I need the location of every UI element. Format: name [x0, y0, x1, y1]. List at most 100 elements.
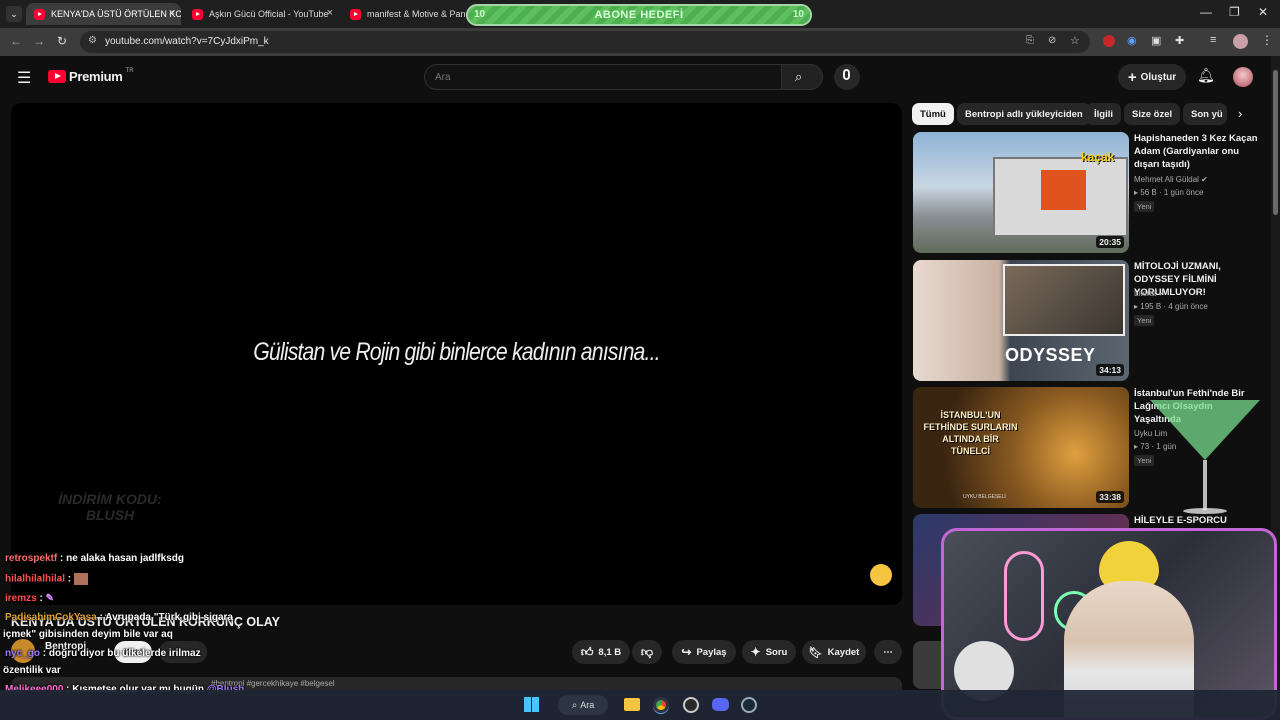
recommendation-channel[interactable]: Mehmet Ali Güldal ✔: [1134, 175, 1208, 184]
browser-tab[interactable]: Aşkın Gücü Official - YouTube ×: [184, 3, 339, 25]
address-bar[interactable]: ⚙ youtube.com/watch?v=7CyJdxiPm_k ⎘ ⊘ ☆: [80, 31, 1090, 53]
notifications-bell-icon[interactable]: 🔔︎: [1197, 67, 1215, 84]
chat-message: retrospektf : ne alaka hasan jadlfksdg: [5, 553, 184, 564]
youtube-logo[interactable]: Premium TR: [48, 68, 134, 84]
extension-icon[interactable]: ▣: [1151, 34, 1161, 47]
tab-title: manifest & Motive & Pango: [367, 9, 467, 19]
new-badge: Yeni: [1134, 315, 1155, 326]
new-badge: Yeni: [1134, 201, 1155, 212]
chip-all[interactable]: Tümü: [912, 103, 954, 125]
thumb-person: [1041, 170, 1086, 210]
discord-icon[interactable]: [712, 698, 729, 711]
site-info-icon[interactable]: ⚙: [88, 35, 97, 46]
chevron-right-icon[interactable]: ›: [1238, 106, 1242, 121]
create-button[interactable]: + Oluştur: [1118, 64, 1186, 90]
chip-related[interactable]: İlgili: [1086, 103, 1121, 125]
youtube-favicon-icon: [192, 8, 203, 20]
chat-text: : doğru diyor bu ülkelerde irilmaz: [42, 648, 201, 659]
thumb-text: İSTANBUL'UN FETHİNDE SURLARIN ALTINDA Bİ…: [923, 410, 1018, 456]
save-button[interactable]: 🔖︎ Kaydet: [802, 640, 866, 664]
ask-button[interactable]: ✦ Soru: [742, 640, 796, 664]
eye-off-icon[interactable]: ⊘: [1048, 35, 1056, 46]
tab-title: KENYA'DA ÜSTÜ ÖRTÜLEN KOR: [51, 9, 181, 19]
chat-message: PadisahimCokYasa : Avrupada "Türk gibi s…: [5, 612, 233, 623]
bookmark-star-icon[interactable]: ☆: [1070, 34, 1080, 47]
cocktail-glass-overlay: [1150, 400, 1260, 520]
verified-icon: ✔: [1201, 175, 1208, 184]
chip-label: Size özel: [1132, 108, 1173, 120]
profile-avatar[interactable]: [1233, 34, 1248, 49]
thumbs-up-icon: 👍︎: [580, 644, 594, 659]
more-horizontal-icon: ⋯: [883, 646, 893, 658]
like-button[interactable]: 👍︎ 8,1 B: [572, 640, 630, 664]
search-button[interactable]: ⌕: [781, 64, 823, 90]
close-window-icon[interactable]: ✕: [1258, 5, 1268, 19]
logo-text: Premium: [69, 69, 123, 84]
recommendation-channel[interactable]: Literat ✔: [1134, 289, 1165, 298]
browser-tab[interactable]: manifest & Motive & Pango: [342, 3, 467, 25]
recommendation-thumbnail[interactable]: kaçak 20:35: [913, 132, 1129, 253]
extension-icon[interactable]: [1103, 35, 1115, 47]
goal-label: ABONE HEDEFİ: [594, 9, 684, 21]
chat-message: özentilik var: [3, 665, 61, 676]
maximize-icon[interactable]: ❐: [1229, 5, 1240, 19]
tab-list-dropdown[interactable]: ⌄: [6, 6, 22, 22]
video-player[interactable]: Gülistan ve Rojin gibi binlerce kadının …: [11, 103, 902, 605]
extensions-puzzle-icon[interactable]: ✚: [1175, 34, 1184, 47]
media-controls-icon[interactable]: ≡: [1210, 34, 1216, 46]
chat-user: PadisahimCokYasa: [5, 612, 97, 623]
youtube-favicon-icon: [350, 8, 361, 20]
chip-recent[interactable]: Son yü: [1183, 103, 1227, 125]
reload-icon[interactable]: ↻: [57, 34, 67, 48]
chat-message: nyc_go : doğru diyor bu ülkelerde irilma…: [5, 648, 201, 659]
windows-start-icon[interactable]: [524, 697, 539, 712]
recommendation-title[interactable]: Hapishaneden 3 Kez Kaçan Adam (Gardiyanl…: [1134, 132, 1262, 171]
chat-user: hilalhilalhilal: [5, 573, 66, 585]
chat-text: : ne alaka hasan jadlfksdg: [60, 553, 184, 564]
browser-menu-icon[interactable]: ⋮: [1261, 33, 1273, 47]
file-explorer-icon[interactable]: [624, 698, 640, 711]
obs-icon[interactable]: [683, 697, 699, 713]
dislike-button[interactable]: 👎︎: [632, 640, 662, 664]
video-duration: 34:13: [1096, 364, 1124, 376]
account-avatar[interactable]: [1233, 67, 1253, 87]
extension-icon[interactable]: ◉: [1127, 34, 1137, 47]
chip-label: Bentropi adlı yükleyiciden: [965, 108, 1083, 120]
video-caption-text: Gülistan ve Rojin gibi binlerce kadının …: [253, 338, 660, 366]
search-input[interactable]: [424, 64, 782, 90]
video-duration: 33:38: [1096, 491, 1124, 503]
subscriber-goal-bar: 10 ABONE HEDEFİ 10: [466, 4, 812, 26]
glass-bowl: [1150, 400, 1260, 460]
chat-text: içmek" gibisinden deyim bile var aq: [3, 629, 173, 640]
chip-for-you[interactable]: Size özel: [1124, 103, 1181, 125]
glass-stem: [1203, 460, 1207, 510]
recommendation-thumbnail[interactable]: İSTANBUL'UN FETHİNDE SURLARIN ALTINDA Bİ…: [913, 387, 1129, 508]
youtube-header: ☰ Premium TR ⌕ + Oluştur 🔔︎: [0, 56, 1270, 100]
recommendation-thumbnail[interactable]: ODYSSEY 34:13: [913, 260, 1129, 381]
tab-close-icon[interactable]: ×: [169, 7, 175, 19]
scrollbar-thumb[interactable]: [1273, 70, 1278, 215]
chat-text: : Avrupada "Türk gibi sigara: [99, 612, 233, 623]
back-arrow-icon[interactable]: ←: [10, 34, 22, 48]
chat-user: retrospektf: [5, 553, 58, 564]
microphone-icon: [843, 69, 850, 80]
browser-tab-active[interactable]: KENYA'DA ÜSTÜ ÖRTÜLEN KOR ×: [26, 3, 181, 25]
steam-icon[interactable]: [741, 697, 757, 713]
minimize-icon[interactable]: —: [1200, 5, 1212, 19]
sunglasses-emoji-icon: [870, 564, 892, 586]
hamburger-menu-icon[interactable]: ☰: [17, 68, 31, 88]
more-actions-button[interactable]: ⋯: [874, 640, 902, 664]
tab-close-icon[interactable]: ×: [327, 7, 333, 19]
chat-message: iremzs : ✎: [5, 593, 54, 604]
search-icon: ⌕: [571, 699, 578, 711]
taskbar-search[interactable]: ⌕ Ara: [558, 695, 608, 715]
chat-message: içmek" gibisinden deyim bile var aq: [3, 629, 173, 640]
share-button[interactable]: ↪ Paylaş: [672, 640, 736, 664]
forward-arrow-icon[interactable]: →: [33, 34, 45, 48]
youtube-favicon-icon: [34, 8, 45, 20]
chip-from-uploader[interactable]: Bentropi adlı yükleyiciden: [957, 103, 1091, 125]
chrome-icon[interactable]: [653, 697, 669, 713]
install-icon[interactable]: ⎘: [1026, 35, 1034, 46]
voice-search-button[interactable]: [834, 64, 860, 90]
chat-text: :: [67, 573, 72, 585]
